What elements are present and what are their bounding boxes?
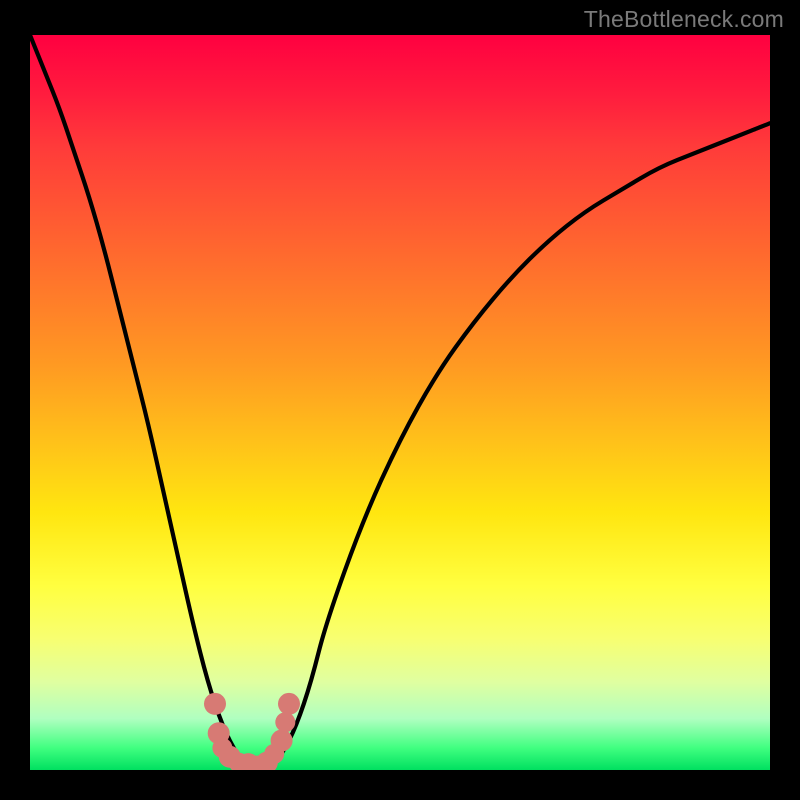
watermark-text: TheBottleneck.com: [584, 6, 784, 33]
plot-area: [30, 35, 770, 770]
marker-right-top: [278, 693, 300, 715]
marker-fill: [275, 712, 295, 732]
marker-fill: [212, 738, 232, 758]
marker-fill: [264, 744, 284, 764]
marker-left-top: [204, 693, 226, 715]
marker-layer: [30, 35, 770, 770]
